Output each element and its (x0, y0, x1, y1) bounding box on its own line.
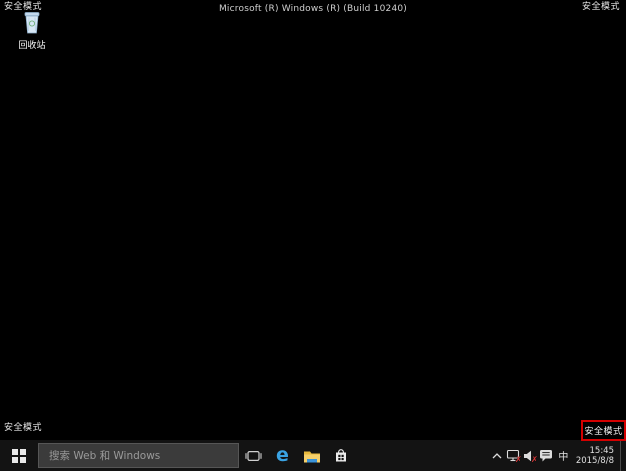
edge-button[interactable]: e (268, 440, 297, 471)
folder-icon (303, 451, 320, 462)
start-button[interactable] (0, 440, 38, 471)
clock-date: 2015/8/8 (575, 455, 614, 466)
recycle-bin-label: 回收站 (18, 41, 46, 51)
taskbar-clock[interactable]: 15:45 2015/8/8 (572, 446, 620, 466)
volume-muted-badge: ✗ (531, 455, 538, 464)
file-explorer-button[interactable] (297, 440, 326, 471)
chevron-up-icon (492, 452, 502, 458)
show-hidden-icons-button[interactable] (490, 440, 505, 471)
network-error-badge: ✗ (515, 455, 522, 464)
desktop: 安全模式 安全模式 安全模式 Microsoft (R) Windows (R)… (0, 0, 626, 471)
show-desktop-button[interactable] (620, 440, 626, 471)
safe-mode-label-bottom-left: 安全模式 (4, 423, 43, 433)
safe-mode-label-bottom-right: 安全模式 (584, 427, 623, 437)
task-view-icon (245, 450, 262, 461)
action-center-button[interactable] (538, 440, 555, 471)
volume-button[interactable]: ✗ (522, 440, 538, 471)
store-button[interactable] (326, 440, 355, 471)
ime-label: 中 (558, 452, 569, 463)
windows-build-watermark: Microsoft (R) Windows (R) (Build 10240) (218, 4, 408, 14)
recycle-bin-icon[interactable]: 回收站 (6, 9, 58, 51)
network-status-button[interactable]: ✗ (505, 440, 522, 471)
trash-can-icon (24, 12, 40, 34)
taskbar-search-box[interactable] (38, 443, 239, 468)
clock-time: 15:45 (589, 445, 615, 456)
speech-bubble-icon (540, 450, 553, 462)
task-view-button[interactable] (239, 440, 268, 471)
edge-icon: e (276, 444, 289, 466)
taskbar: e (0, 440, 626, 471)
search-input[interactable] (47, 448, 221, 463)
ime-indicator[interactable]: 中 (555, 440, 572, 471)
safe-mode-highlight-box: 安全模式 (581, 420, 626, 441)
system-tray: ✗ ✗ 中 15:45 2015/8/8 (490, 440, 626, 471)
shopping-bag-icon (335, 448, 346, 461)
windows-logo-icon (12, 448, 26, 463)
